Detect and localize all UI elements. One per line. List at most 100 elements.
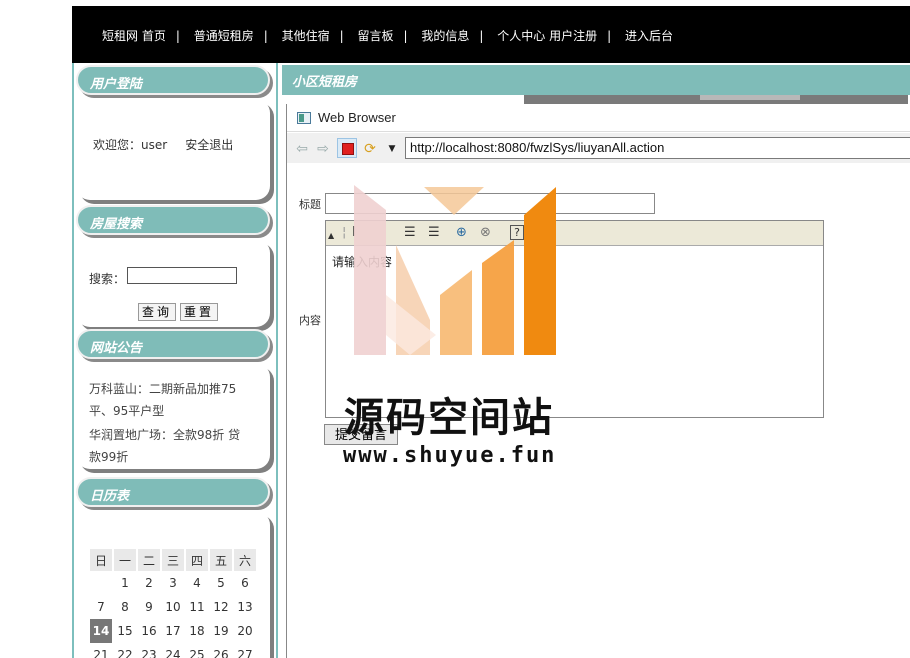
refresh-icon[interactable]: ⟳ [361,140,379,158]
calendar-day[interactable]: 8 [114,595,136,619]
calendar-table: 日 一 二 三 四 五 六 1 2 3 4 5 6 7 8 9 10 11 12 13 14 15 16 17 1… [88,549,258,658]
weekday-tue: 二 [138,549,160,571]
calendar-day[interactable]: 2 [138,571,160,595]
calendar-days: 1 2 3 4 5 6 7 8 9 10 11 12 13 14 15 16 17 18 19 20 21 22 23 24 2… [90,571,256,658]
main-title: 小区短租房 [292,75,358,90]
calendar-day[interactable]: 13 [234,595,256,619]
calendar-panel-title: 日历表 [90,489,130,504]
weekday-sun: 日 [90,549,112,571]
calendar-day[interactable]: 15 [114,619,136,643]
search-input[interactable] [127,267,237,284]
calendar-day[interactable]: 14 [90,619,112,643]
calendar-week-row: 123456 [90,571,256,595]
submit-message-button[interactable]: 提交留言 [324,424,399,445]
calendar-day[interactable]: 25 [186,643,208,658]
editor-placeholder: 请输入内容 [332,255,393,269]
ordered-list-icon[interactable]: ☰ [404,225,416,240]
calendar-day[interactable]: 21 [90,643,112,658]
nav-other-lodging[interactable]: 其他住宿 [282,29,330,43]
login-panel-title: 用户登陆 [90,77,143,92]
calendar-day[interactable]: 12 [210,595,232,619]
weekday-sat: 六 [234,549,256,571]
weekday-fri: 五 [210,549,232,571]
nav-home[interactable]: 短租网 首页 [102,29,166,43]
calendar-week-row: 21 22 23 24 25 26 27 [90,643,256,658]
unordered-list-icon[interactable]: ☰ [428,225,440,240]
calendar-day[interactable]: 17 [162,619,184,643]
title-input[interactable] [325,193,655,214]
top-nav-bar: 短租网 首页 | 普通短租房 | 其他住宿 | 留言板 | 我的信息 | 个人中心 用户注… [72,6,910,63]
calendar-day[interactable]: 5 [210,571,232,595]
calendar-weekday-row: 日 一 二 三 四 五 六 [90,549,256,571]
calendar-day[interactable]: 20 [234,619,256,643]
calendar-week-row: 7 8 9 10 11 12 13 [90,595,256,619]
logout-link[interactable]: 安全退出 [185,138,233,152]
calendar-day [90,571,112,595]
nav-regular-rentals[interactable]: 普通短租房 [194,29,254,43]
banner-highlight [700,95,800,100]
forward-arrow-icon[interactable]: ⇨ [314,140,332,158]
search-panel: 搜索： 查询 重置 [76,239,270,327]
help-icon[interactable]: ? [510,225,524,240]
calendar-day[interactable]: 23 [138,643,160,658]
calendar-day[interactable]: 27 [234,643,256,658]
browser-title-bar: Web Browser [287,104,910,132]
browser-toolbar: ⇦ ⇨ ⟳ ▼ http://localhost:8080/fwzlSys/li… [287,133,910,163]
login-panel-header: 用户登陆 [76,65,270,95]
calendar-day[interactable]: 7 [90,595,112,619]
nav-my-info[interactable]: 我的信息 [421,29,469,43]
nav-separator: | [607,29,612,43]
main-header: 小区短租房 [282,65,910,95]
calendar-day[interactable]: 18 [186,619,208,643]
remove-link-icon[interactable]: ⊗ [480,225,491,240]
calendar-day[interactable]: 1 [114,571,136,595]
notice-panel: 万科蓝山：二期新品加推75平、95平户型 华润置地广场：全款98折 贷款99折 [76,363,270,469]
query-button[interactable]: 查询 [138,303,177,321]
notice-item[interactable]: 华润置地广场：全款98折 贷款99折 [89,424,249,468]
nav-separator: | [263,29,268,43]
address-bar[interactable]: http://localhost:8080/fwzlSys/liuyanAll.… [405,137,910,159]
title-label: 标题 [299,198,321,211]
nav-links: 短租网 首页 | 普通短租房 | 其他住宿 | 留言板 | 我的信息 | 个人中心 用户注… [102,27,673,44]
calendar-day[interactable]: 22 [114,643,136,658]
stop-icon[interactable] [337,138,357,158]
editor-collapse-icon[interactable]: ▲ [328,231,334,240]
nav-separator: | [175,29,180,43]
window-icon [297,112,311,124]
search-panel-header: 房屋搜索 [76,205,270,235]
calendar-day[interactable]: 10 [162,595,184,619]
notice-panel-header: 网站公告 [76,329,270,359]
reset-button[interactable]: 重置 [180,303,219,321]
calendar-week-row: 14 15 16 17 18 19 20 [90,619,256,643]
nav-message-board[interactable]: 留言板 [357,29,393,43]
browser-title: Web Browser [318,110,396,125]
calendar-day[interactable]: 3 [162,571,184,595]
notice-item[interactable]: 万科蓝山：二期新品加推75平、95平户型 [89,378,249,422]
calendar-day[interactable]: 26 [210,643,232,658]
login-panel: 欢迎您：user 安全退出 [76,99,270,200]
nav-admin[interactable]: 进入后台 [625,29,673,43]
calendar-day[interactable]: 11 [186,595,208,619]
calendar-day[interactable]: 24 [162,643,184,658]
search-panel-title: 房屋搜索 [90,217,143,232]
welcome-text: 欢迎您：user [93,138,168,152]
web-browser-window: Web Browser ⇦ ⇨ ⟳ ▼ http://localhost:808… [286,104,910,658]
banner-strip [524,95,908,104]
nav-user-center-register[interactable]: 个人中心 用户注册 [497,29,597,43]
calendar-day[interactable]: 19 [210,619,232,643]
left-sidebar: 欢迎您：user 安全退出 用户登陆 搜索： 查询 重置 房屋搜索 万科蓝山：二期… [72,63,276,658]
insert-link-icon[interactable]: ⊕ [456,225,467,240]
dropdown-arrow-icon[interactable]: ▼ [383,140,401,158]
calendar-day[interactable]: 16 [138,619,160,643]
notice-panel-title: 网站公告 [90,341,143,356]
calendar-day[interactable]: 9 [138,595,160,619]
italic-icon[interactable]: I [352,225,356,240]
nav-separator: | [403,29,408,43]
content-editor[interactable]: ▲ ¦ I ☰ ☰ ⊕ ⊗ ? 请输入内容 [325,220,824,418]
calendar-panel: 日 一 二 三 四 五 六 1 2 3 4 5 6 7 8 9 10 11 12 13 14 15 16 17 1… [76,511,270,658]
toolbar-divider: ¦ [342,225,347,240]
calendar-day[interactable]: 6 [234,571,256,595]
back-arrow-icon[interactable]: ⇦ [293,140,311,158]
calendar-day[interactable]: 4 [186,571,208,595]
weekday-thu: 四 [186,549,208,571]
